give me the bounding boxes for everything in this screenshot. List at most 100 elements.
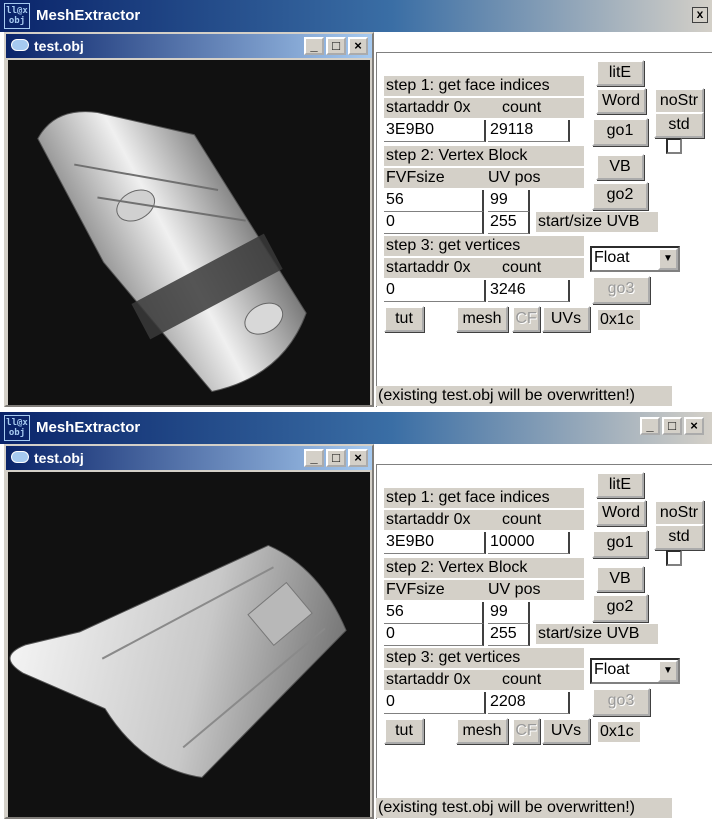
step3-startaddr-field[interactable]: 0 xyxy=(384,280,486,302)
step2-label: step 2: Vertex Block xyxy=(384,146,584,166)
go3-button[interactable]: go3 xyxy=(592,688,650,716)
step1-label: step 1: get face indices xyxy=(384,488,584,508)
type-select-value: Float xyxy=(594,249,630,266)
cf-button[interactable]: CF xyxy=(512,718,540,744)
step2-header: FVFsize UV pos xyxy=(384,168,584,188)
panel-divider-vertical xyxy=(376,464,377,819)
startaddr-label: startaddr 0x xyxy=(386,259,471,276)
type-select[interactable]: Float ▼ xyxy=(590,658,680,684)
app-icon: ll@x obj xyxy=(4,415,30,441)
step3-header: startaddr 0x count xyxy=(384,670,584,690)
uvpos-label: UV pos xyxy=(488,169,541,186)
go1-button[interactable]: go1 xyxy=(592,118,648,146)
panel-divider-vertical xyxy=(376,52,377,407)
std-checkbox[interactable] xyxy=(666,138,682,154)
step3-count-field[interactable]: 3246 xyxy=(488,280,570,302)
child-window-test-obj: test.obj _ □ × xyxy=(4,32,374,407)
word-button[interactable]: Word xyxy=(596,500,646,526)
step2-header: FVFsize UV pos xyxy=(384,580,584,600)
app-title: MeshExtractor xyxy=(36,419,141,436)
lite-button[interactable]: litE xyxy=(596,472,644,498)
size-uvb-field[interactable]: 255 xyxy=(488,212,530,234)
maximize-button[interactable]: □ xyxy=(326,449,346,467)
word-button[interactable]: Word xyxy=(596,88,646,114)
count-label: count xyxy=(502,511,542,528)
child-close-button[interactable]: × xyxy=(348,37,368,55)
child-title: test.obj xyxy=(34,38,84,54)
overwrite-warning: (existing test.obj will be overwritten!) xyxy=(376,386,672,406)
mesh-viewport[interactable] xyxy=(8,472,370,817)
mesh-viewport[interactable] xyxy=(8,60,370,405)
fvfsize-field[interactable]: 56 xyxy=(384,602,484,624)
panel-divider xyxy=(376,52,712,53)
mesh-button[interactable]: mesh xyxy=(456,306,508,332)
step3-count-field[interactable]: 2208 xyxy=(488,692,570,714)
obj-icon xyxy=(11,39,29,51)
step3-header: startaddr 0x count xyxy=(384,258,584,278)
chevron-down-icon[interactable]: ▼ xyxy=(658,660,678,682)
count-label: count xyxy=(502,671,542,688)
tut-button[interactable]: tut xyxy=(384,718,424,744)
type-select-value: Float xyxy=(594,661,630,678)
vb-button[interactable]: VB xyxy=(596,566,644,592)
nostr-button[interactable]: noStr xyxy=(654,88,704,114)
fvfsize-field[interactable]: 56 xyxy=(384,190,484,212)
fvfsize-label: FVFsize xyxy=(386,581,445,598)
step3-startaddr-field[interactable]: 0 xyxy=(384,692,486,714)
chevron-down-icon[interactable]: ▼ xyxy=(658,248,678,270)
go2-button[interactable]: go2 xyxy=(592,182,648,210)
cf-button[interactable]: CF xyxy=(512,306,540,332)
lite-button[interactable]: litE xyxy=(596,60,644,86)
go3-button[interactable]: go3 xyxy=(592,276,650,304)
app-close-button[interactable]: x xyxy=(692,7,708,23)
fvfsize-label: FVFsize xyxy=(386,169,445,186)
step1-startaddr-field[interactable]: 3E9B0 xyxy=(384,120,486,142)
step1-count-field[interactable]: 10000 xyxy=(488,532,570,554)
child-window-test-obj: test.obj _ □ × xyxy=(4,444,374,819)
minimize-button[interactable]: _ xyxy=(304,37,324,55)
maximize-button[interactable]: □ xyxy=(662,417,682,435)
step1-count-field[interactable]: 29118 xyxy=(488,120,570,142)
mdi-area: test.obj _ □ × step 1: get face indices … xyxy=(0,444,712,824)
app-title: MeshExtractor xyxy=(36,7,141,24)
uvb-label: start/size UVB xyxy=(536,212,658,232)
count-label: count xyxy=(502,99,542,116)
uvpos-field[interactable]: 99 xyxy=(488,190,530,212)
child-title: test.obj xyxy=(34,450,84,466)
minimize-button[interactable]: _ xyxy=(640,417,660,435)
mesh-render xyxy=(37,111,307,393)
tut-button[interactable]: tut xyxy=(384,306,424,332)
step2-label: step 2: Vertex Block xyxy=(384,558,584,578)
child-close-button[interactable]: × xyxy=(348,449,368,467)
nostr-button[interactable]: noStr xyxy=(654,500,704,526)
start-uvb-field[interactable]: 0 xyxy=(384,624,484,646)
start-uvb-field[interactable]: 0 xyxy=(384,212,484,234)
startaddr-label: startaddr 0x xyxy=(386,511,471,528)
go2-button[interactable]: go2 xyxy=(592,594,648,622)
std-button[interactable]: std xyxy=(654,112,704,138)
go1-button[interactable]: go1 xyxy=(592,530,648,558)
offset-label: 0x1c xyxy=(598,722,640,742)
app-titlebar[interactable]: ll@x obj MeshExtractor _ □ × xyxy=(0,412,712,444)
maximize-button[interactable]: □ xyxy=(326,37,346,55)
step1-label: step 1: get face indices xyxy=(384,76,584,96)
app-window-bottom: ll@x obj MeshExtractor _ □ × test.obj _ … xyxy=(0,412,712,824)
app-close-button[interactable]: × xyxy=(684,417,704,435)
startaddr-label: startaddr 0x xyxy=(386,671,471,688)
child-titlebar[interactable]: test.obj _ □ × xyxy=(6,446,372,470)
std-checkbox[interactable] xyxy=(666,550,682,566)
type-select[interactable]: Float ▼ xyxy=(590,246,680,272)
uvpos-field[interactable]: 99 xyxy=(488,602,530,624)
step1-startaddr-field[interactable]: 3E9B0 xyxy=(384,532,486,554)
vb-button[interactable]: VB xyxy=(596,154,644,180)
size-uvb-field[interactable]: 255 xyxy=(488,624,530,646)
offset-label: 0x1c xyxy=(598,310,640,330)
std-button[interactable]: std xyxy=(654,524,704,550)
uvs-button[interactable]: UVs xyxy=(542,306,590,332)
uvs-button[interactable]: UVs xyxy=(542,718,590,744)
uvb-label: start/size UVB xyxy=(536,624,658,644)
app-titlebar[interactable]: ll@x obj MeshExtractor x xyxy=(0,0,712,32)
minimize-button[interactable]: _ xyxy=(304,449,324,467)
child-titlebar[interactable]: test.obj _ □ × xyxy=(6,34,372,58)
mesh-button[interactable]: mesh xyxy=(456,718,508,744)
